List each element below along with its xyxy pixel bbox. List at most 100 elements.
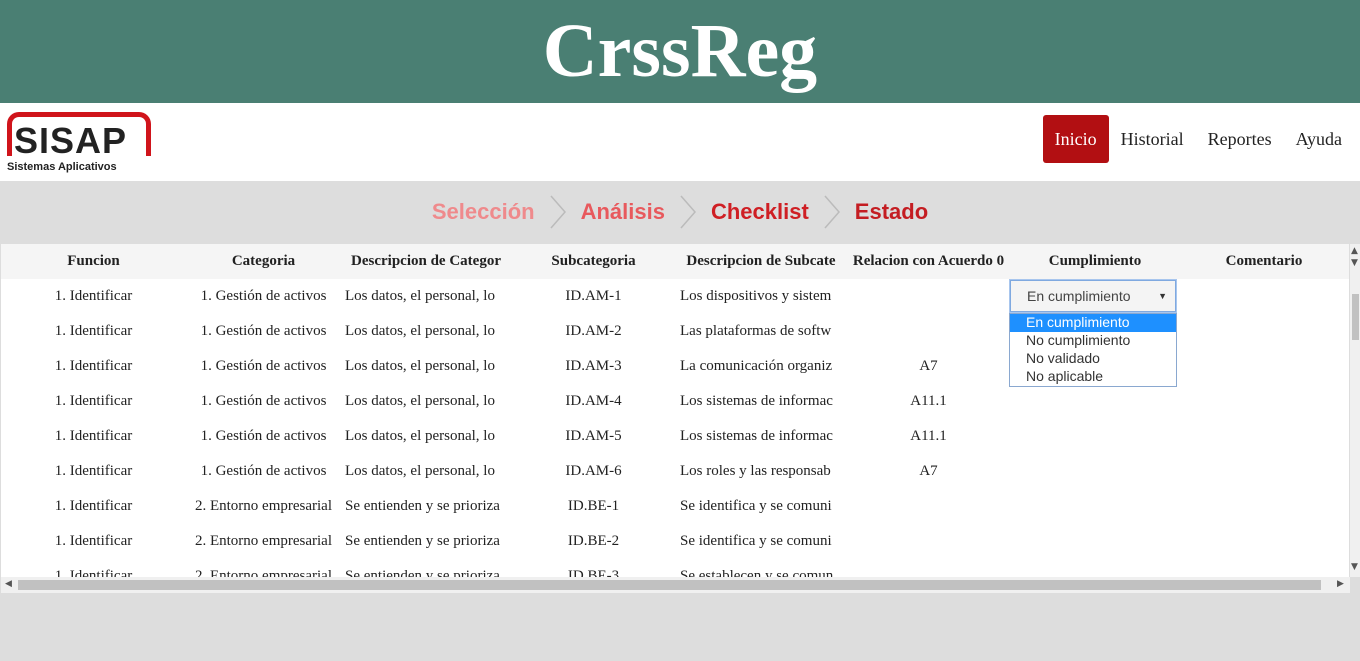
horizontal-scrollbar[interactable]: ◀ ▶: [1, 577, 1350, 593]
col-funcion[interactable]: Funcion: [1, 244, 186, 279]
cell-cumplimiento[interactable]: [1011, 454, 1179, 489]
cell-subcategoria: ID.AM-4: [565, 393, 622, 409]
step-seleccion[interactable]: Selección: [428, 199, 539, 225]
cell-relacion: A11.1: [910, 428, 947, 444]
col-descripcion-subcategoria[interactable]: Descripcion de Subcate: [676, 244, 846, 279]
cumplimiento-dropdown: En cumplimiento No cumplimiento No valid…: [1009, 313, 1177, 387]
col-descripcion-categoria[interactable]: Descripcion de Categor: [341, 244, 511, 279]
table-row: 1. Identificar 1. Gestión de activos Los…: [1, 454, 1349, 489]
cell-funcion: 1. Identificar: [54, 323, 133, 339]
option-no-aplicable[interactable]: No aplicable: [1010, 368, 1176, 386]
cell-descripcion-categoria: Los datos, el personal, lo: [345, 428, 495, 444]
scroll-right-icon[interactable]: ▶: [1337, 579, 1344, 589]
scroll-down-icon[interactable]: ▼: [1351, 562, 1358, 572]
option-en-cumplimiento[interactable]: En cumplimiento: [1010, 314, 1176, 332]
cell-descripcion-categoria: Los datos, el personal, lo: [345, 288, 495, 304]
cell-relacion: [846, 489, 1011, 524]
cell-comentario[interactable]: [1179, 384, 1349, 419]
cell-categoria: 1. Gestión de activos: [200, 463, 327, 479]
col-subcategoria[interactable]: Subcategoria: [511, 244, 676, 279]
app-title: CrssReg: [542, 8, 818, 93]
option-no-validado[interactable]: No validado: [1010, 350, 1176, 368]
vertical-scrollbar[interactable]: ▲ ▼ ▼: [1350, 244, 1360, 577]
horizontal-scroll-thumb[interactable]: [18, 580, 1321, 590]
cumplimiento-selected-value: En cumplimiento: [1027, 288, 1131, 304]
cell-descripcion-categoria: Los datos, el personal, lo: [345, 463, 495, 479]
cell-funcion: 1. Identificar: [54, 533, 133, 549]
col-comentario[interactable]: Comentario: [1179, 244, 1349, 279]
step-estado[interactable]: Estado: [851, 199, 932, 225]
cell-cumplimiento[interactable]: [1011, 524, 1179, 559]
chevron-right-icon: [824, 195, 840, 229]
cell-categoria: 1. Gestión de activos: [200, 428, 327, 444]
cell-funcion: 1. Identificar: [54, 393, 133, 409]
cell-descripcion-subcategoria: Se identifica y se comuni: [680, 498, 832, 514]
cell-comentario[interactable]: [1179, 454, 1349, 489]
cell-subcategoria: ID.AM-2: [565, 323, 622, 339]
cell-comentario[interactable]: [1179, 489, 1349, 524]
table-row: 1. Identificar 2. Entorno empresarial Se…: [1, 489, 1349, 524]
col-categoria[interactable]: Categoria: [186, 244, 341, 279]
cell-categoria: 1. Gestión de activos: [200, 358, 327, 374]
nav-ayuda[interactable]: Ayuda: [1284, 115, 1354, 163]
cell-relacion: A7: [919, 358, 938, 374]
logo-tagline: Sistemas Aplicativos: [7, 161, 117, 173]
cell-cumplimiento[interactable]: [1011, 384, 1179, 419]
step-checklist[interactable]: Checklist: [707, 199, 813, 225]
cell-subcategoria: ID.AM-1: [565, 288, 622, 304]
cell-categoria: 1. Gestión de activos: [200, 323, 327, 339]
cell-descripcion-subcategoria: Se identifica y se comuni: [680, 533, 832, 549]
scroll-up-icon[interactable]: ▲: [1351, 246, 1358, 256]
cell-comentario[interactable]: [1179, 419, 1349, 454]
nav-reportes[interactable]: Reportes: [1196, 115, 1284, 163]
col-cumplimiento[interactable]: Cumplimiento: [1011, 244, 1179, 279]
page-footer: [0, 593, 1360, 661]
step-analisis[interactable]: Análisis: [577, 199, 669, 225]
cell-relacion: A7: [919, 463, 938, 479]
app-header: CrssReg: [0, 0, 1360, 103]
col-relacion-acuerdo[interactable]: Relacion con Acuerdo 0: [846, 244, 1011, 279]
chevron-right-icon: [550, 195, 566, 229]
cumplimiento-select[interactable]: En cumplimiento ▼: [1010, 280, 1176, 312]
cell-comentario[interactable]: [1179, 524, 1349, 559]
cell-subcategoria: ID.BE-1: [567, 498, 620, 514]
logo-name: SISAP: [14, 120, 128, 161]
cell-subcategoria: ID.AM-6: [565, 463, 622, 479]
cell-descripcion-subcategoria: La comunicación organiz: [680, 358, 833, 374]
nav-inicio[interactable]: Inicio: [1042, 115, 1109, 163]
cell-comentario[interactable]: [1179, 314, 1349, 349]
cell-descripcion-categoria: Los datos, el personal, lo: [345, 393, 495, 409]
navbar: SISAP Sistemas Aplicativos Inicio Histor…: [0, 103, 1360, 181]
vertical-scroll-thumb[interactable]: [1352, 294, 1359, 340]
scroll-down-icon[interactable]: ▼: [1351, 258, 1358, 268]
cell-funcion: 1. Identificar: [54, 288, 133, 304]
cell-descripcion-categoria: Los datos, el personal, lo: [345, 323, 495, 339]
nav-historial[interactable]: Historial: [1109, 115, 1196, 163]
cell-categoria: 1. Gestión de activos: [200, 393, 327, 409]
cell-comentario[interactable]: [1179, 279, 1349, 314]
cell-cumplimiento[interactable]: [1011, 419, 1179, 454]
cell-descripcion-subcategoria: Los sistemas de informac: [680, 428, 833, 444]
chevron-right-icon: [680, 195, 696, 229]
table-row: 1. Identificar 2. Entorno empresarial Se…: [1, 524, 1349, 559]
nav-links: Inicio Historial Reportes Ayuda: [1042, 115, 1354, 163]
cell-relacion: [846, 314, 1011, 349]
cell-descripcion-categoria: Se entienden y se prioriza: [345, 533, 500, 549]
cell-descripcion-subcategoria: Los sistemas de informac: [680, 393, 833, 409]
option-no-cumplimiento[interactable]: No cumplimiento: [1010, 332, 1176, 350]
cell-subcategoria: ID.AM-5: [565, 428, 622, 444]
cell-descripcion-subcategoria: Los roles y las responsab: [680, 463, 831, 479]
cell-relacion: [846, 524, 1011, 559]
sisap-logo: SISAP Sistemas Aplicativos: [6, 111, 154, 175]
cell-subcategoria: ID.AM-3: [565, 358, 622, 374]
cell-descripcion-subcategoria: Las plataformas de softw: [680, 323, 832, 339]
cell-relacion: A11.1: [910, 393, 947, 409]
cell-relacion: [846, 279, 1011, 314]
scroll-left-icon[interactable]: ◀: [5, 579, 12, 589]
cell-funcion: 1. Identificar: [54, 498, 133, 514]
table-row: 1. Identificar 1. Gestión de activos Los…: [1, 419, 1349, 454]
table-header-row: Funcion Categoria Descripcion de Categor…: [1, 244, 1349, 279]
cell-comentario[interactable]: [1179, 349, 1349, 384]
cell-funcion: 1. Identificar: [54, 463, 133, 479]
cell-cumplimiento[interactable]: [1011, 489, 1179, 524]
